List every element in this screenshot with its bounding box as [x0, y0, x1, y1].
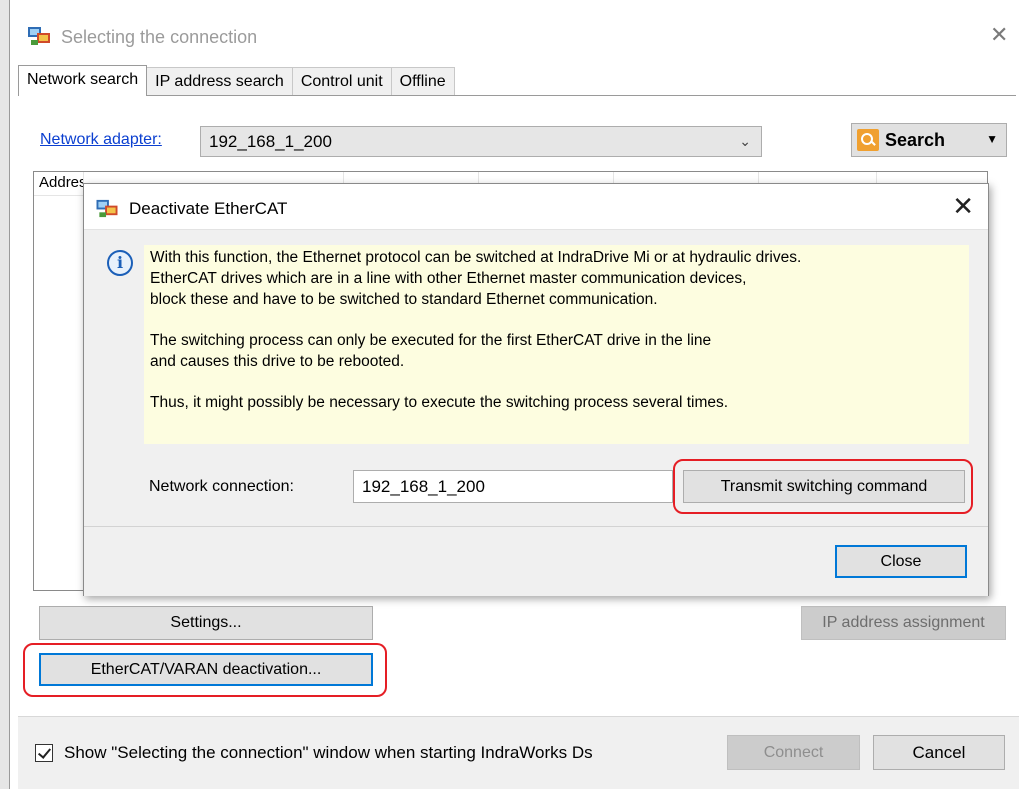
network-adapter-link[interactable]: Network adapter:	[40, 131, 162, 149]
red-highlight-transmit	[673, 459, 973, 514]
network-adapter-select[interactable]: 192_168_1_200 ⌄	[200, 126, 762, 157]
indraworks-app-icon	[28, 27, 50, 45]
chevron-down-icon: ⌄	[739, 133, 751, 149]
close-button[interactable]: Close	[835, 545, 967, 578]
search-button[interactable]: Search ▼	[851, 123, 1007, 157]
left-window-edge	[0, 0, 10, 789]
deactivate-ethercat-dialog: Deactivate EtherCAT ✕ i With this functi…	[83, 183, 989, 596]
connect-button[interactable]: Connect	[727, 735, 860, 770]
info-message: With this function, the Ethernet protoco…	[144, 245, 969, 444]
show-on-start-label[interactable]: Show "Selecting the connection" window w…	[64, 743, 593, 763]
network-adapter-value: 192_168_1_200	[209, 132, 332, 151]
magnifier-icon	[857, 129, 879, 151]
settings-button[interactable]: Settings...	[39, 606, 373, 640]
info-paragraph: The switching process can only be execut…	[150, 332, 712, 370]
ip-address-assignment-button[interactable]: IP address assignment	[801, 606, 1006, 640]
tab-ip-address-search[interactable]: IP address search	[146, 67, 293, 96]
network-connection-field[interactable]: 192_168_1_200	[353, 470, 673, 503]
indraworks-dialog-icon	[96, 199, 118, 218]
column-header-address[interactable]: Address	[34, 172, 84, 196]
show-on-start-checkbox[interactable]	[35, 744, 53, 762]
info-paragraph: With this function, the Ethernet protoco…	[150, 249, 802, 308]
info-icon: i	[107, 250, 133, 276]
network-connection-label: Network connection:	[149, 478, 294, 495]
window-close-icon[interactable]: ✕	[990, 24, 1008, 46]
info-paragraph: Thus, it might possibly be necessary to …	[150, 394, 729, 411]
red-highlight-ethercat	[23, 643, 387, 697]
window-title: Selecting the connection	[61, 27, 258, 47]
dropdown-arrow-icon[interactable]: ▼	[986, 132, 998, 146]
tab-bar: Network search IP address search Control…	[18, 65, 455, 96]
cancel-button[interactable]: Cancel	[873, 735, 1005, 770]
search-button-label: Search	[885, 129, 946, 150]
dialog-close-icon[interactable]: ✕	[952, 193, 974, 219]
tab-offline[interactable]: Offline	[390, 67, 455, 96]
tab-network-search[interactable]: Network search	[18, 65, 148, 96]
dialog-titlebar: Deactivate EtherCAT ✕	[84, 184, 988, 229]
dialog-title: Deactivate EtherCAT	[129, 199, 288, 218]
tab-control-unit[interactable]: Control unit	[291, 67, 392, 96]
